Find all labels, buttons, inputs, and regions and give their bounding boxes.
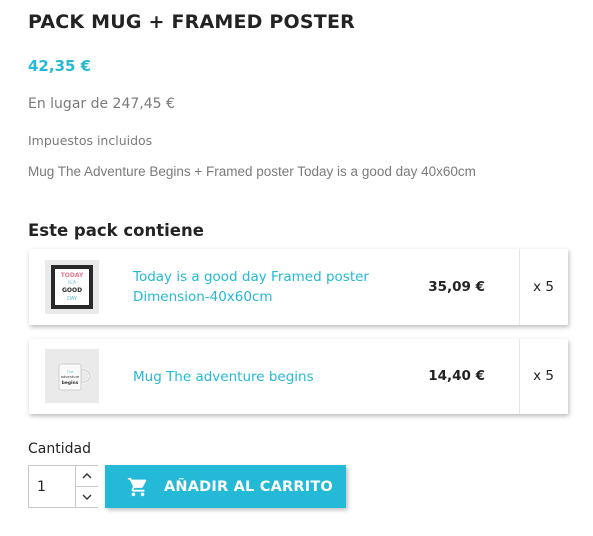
mug-thumbnail[interactable]: The adventure begins bbox=[45, 349, 99, 403]
add-to-cart-label: AÑADIR AL CARRITO bbox=[164, 478, 333, 495]
chevron-up-icon bbox=[82, 473, 92, 479]
svg-text:TODAY: TODAY bbox=[61, 272, 84, 279]
product-price: 42,35 € bbox=[28, 57, 92, 75]
svg-text:IS A: IS A bbox=[68, 280, 76, 285]
pack-item-price: 14,40 € bbox=[428, 368, 485, 384]
quantity-input[interactable] bbox=[29, 466, 75, 507]
pack-item-name[interactable]: Mug The adventure begins bbox=[133, 367, 393, 387]
quantity-increment-button[interactable] bbox=[75, 466, 98, 487]
column-divider bbox=[519, 339, 520, 414]
column-divider bbox=[519, 249, 520, 325]
pack-heading: Este pack contiene bbox=[28, 221, 204, 240]
pack-item-poster: TODAY IS A GOOD DAY Today is a good day … bbox=[29, 249, 568, 325]
product-page: PACK MUG + FRAMED POSTER 42,35 € En luga… bbox=[0, 0, 593, 536]
svg-text:begins: begins bbox=[62, 380, 79, 386]
poster-image-icon: TODAY IS A GOOD DAY bbox=[51, 265, 93, 309]
pack-item-price: 35,09 € bbox=[428, 279, 485, 295]
chevron-down-icon bbox=[82, 494, 92, 500]
poster-thumbnail[interactable]: TODAY IS A GOOD DAY bbox=[45, 260, 99, 314]
pack-item-quantity: x 5 bbox=[533, 279, 554, 295]
quantity-label: Cantidad bbox=[28, 441, 91, 457]
svg-text:adventure: adventure bbox=[61, 375, 80, 379]
svg-text:The: The bbox=[66, 370, 74, 374]
svg-text:DAY: DAY bbox=[67, 296, 78, 302]
svg-text:GOOD: GOOD bbox=[62, 287, 82, 294]
product-title: PACK MUG + FRAMED POSTER bbox=[28, 11, 355, 33]
add-to-cart-button[interactable]: AÑADIR AL CARRITO bbox=[105, 465, 346, 508]
tax-label: Impuestos incluidos bbox=[28, 133, 153, 148]
shopping-cart-icon bbox=[127, 476, 149, 498]
pack-item-quantity: x 5 bbox=[533, 368, 554, 384]
pack-item-name[interactable]: Today is a good day Framed poster Dimens… bbox=[133, 267, 393, 307]
regular-price: En lugar de 247,45 € bbox=[28, 96, 175, 112]
quantity-decrement-button[interactable] bbox=[75, 487, 98, 507]
pack-item-mug: The adventure begins Mug The adventure b… bbox=[29, 339, 568, 414]
quantity-stepper bbox=[28, 465, 98, 508]
mug-image-icon: The adventure begins bbox=[58, 363, 92, 391]
product-description: Mug The Adventure Begins + Framed poster… bbox=[28, 164, 476, 179]
